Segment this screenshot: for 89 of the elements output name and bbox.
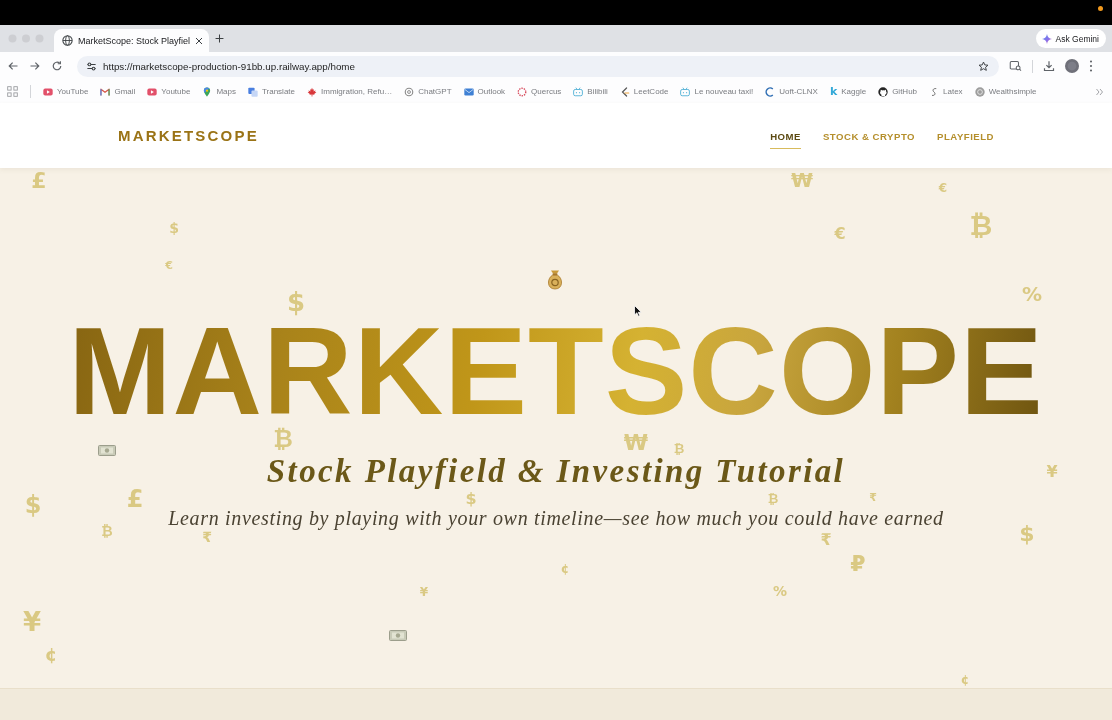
money-bag-icon: [546, 269, 564, 290]
currency-symbol: ¥: [22, 609, 42, 635]
m-logo-icon: [100, 86, 111, 97]
currency-symbol: ₿: [767, 491, 779, 505]
plus-icon[interactable]: [215, 34, 224, 43]
envelope-icon: [463, 86, 474, 97]
sparkle-icon: [1041, 33, 1052, 44]
avatar-icon[interactable]: [1065, 59, 1079, 73]
currency-symbol: ₽: [850, 553, 866, 575]
nav-link[interactable]: STOCK & CRYPTO: [822, 122, 916, 149]
bookmark-letter: k: [829, 86, 838, 97]
play-button-icon: [147, 86, 158, 97]
nav-link[interactable]: PLAYFIELD: [937, 122, 994, 149]
currency-symbol: ¢: [44, 646, 58, 664]
bracket-icon: [619, 86, 630, 97]
recording-dot-icon: [1098, 6, 1103, 11]
bookmark[interactable]: GitHub: [878, 86, 918, 97]
currency-symbol: ₿: [101, 524, 113, 538]
currency-symbol: $: [1019, 523, 1035, 545]
map-pin-icon: [202, 86, 213, 97]
currency-symbol: ¥: [1046, 464, 1058, 480]
currency-symbol: $: [465, 491, 477, 507]
bookmark[interactable]: YouTube: [43, 86, 89, 97]
currency-symbol: ¢: [960, 674, 970, 686]
hero-tagline: Learn investing by playing with your own timeline—see how much you could have earned: [168, 507, 944, 530]
currency-symbol: $: [286, 289, 306, 315]
circle-logo-icon: [974, 86, 985, 97]
currency-symbol: %: [1022, 284, 1042, 304]
currency-symbol: ₿: [273, 427, 293, 451]
bookmark[interactable]: LeetCode: [619, 86, 669, 97]
bookmark[interactable]: Maps: [202, 86, 236, 97]
bookmark[interactable]: Immigration, Refu…: [307, 86, 393, 97]
hero-subtitle: Stock Playfield & Investing Tutorial: [266, 454, 846, 490]
tv-icon: [680, 86, 691, 97]
currency-symbol: €: [165, 259, 173, 271]
site-settings-icon[interactable]: [86, 60, 97, 72]
maple-leaf-icon: [307, 86, 318, 97]
reload-icon[interactable]: [51, 60, 63, 72]
currency-symbol: €: [938, 182, 948, 194]
bookmark[interactable]: k Kaggle: [829, 86, 867, 97]
currency-symbol: ¥: [419, 586, 429, 598]
star-icon[interactable]: [978, 60, 989, 72]
bookmark[interactable]: Bilibili: [573, 86, 608, 97]
mouse-pointer-icon: [634, 305, 642, 317]
bookmark[interactable]: Wealthsimple: [974, 86, 1037, 97]
translate-icon: [247, 86, 258, 97]
currency-symbol: £: [126, 487, 144, 511]
currency-symbol: ₹: [202, 530, 212, 544]
currency-symbol: ₩: [623, 432, 649, 454]
globe-icon: [62, 35, 73, 46]
cat-logo-icon: [878, 86, 889, 97]
bookmark[interactable]: Le nouveau taxi!: [680, 86, 754, 97]
banknote-icon: [389, 630, 407, 641]
back-arrow-icon[interactable]: [7, 60, 19, 72]
ask-gemini-button[interactable]: Ask Gemini: [1035, 29, 1106, 48]
currency-symbol: ¢: [560, 563, 570, 575]
currency-symbol: $: [169, 221, 179, 235]
address-bar[interactable]: https://marketscope-production-91bb.up.railway.app/home: [77, 55, 999, 77]
more-menu-icon[interactable]: [1089, 60, 1093, 72]
dotted-ring-icon: [517, 86, 528, 97]
forward-arrow-icon[interactable]: [29, 60, 41, 72]
bookmark[interactable]: ChatGPT: [404, 86, 452, 97]
nav-link[interactable]: HOME: [770, 122, 801, 149]
currency-symbol: ₩: [790, 170, 814, 190]
bookmark[interactable]: Uoft-CLNX: [765, 86, 818, 97]
currency-symbol: ₹: [869, 491, 877, 503]
currency-symbol: £: [31, 170, 47, 192]
currency-symbol: ₹: [820, 532, 832, 548]
arc-icon: [765, 86, 776, 97]
bookmark[interactable]: Latex: [929, 86, 963, 97]
download-icon[interactable]: [1043, 60, 1055, 72]
bookmark[interactable]: Youtube: [147, 86, 191, 97]
site-logo[interactable]: MARKETSCOPE: [118, 127, 259, 144]
bookmark[interactable]: Quercus: [517, 86, 562, 97]
tv-icon: [573, 86, 584, 97]
currency-symbol: %: [773, 584, 787, 598]
browser-tab[interactable]: MarketScope: Stock Playfiel: [54, 29, 209, 52]
bookmark[interactable]: Gmail: [100, 86, 136, 97]
currency-symbol: $: [24, 493, 42, 517]
currency-symbol: ₿: [673, 441, 685, 455]
currency-symbol: €: [834, 226, 846, 242]
currency-symbol: ₿: [969, 212, 993, 240]
play-button-icon: [43, 86, 53, 97]
close-icon[interactable]: [195, 36, 204, 45]
tab-search-icon[interactable]: [1009, 60, 1022, 72]
banknote-icon: [98, 445, 116, 456]
bookmark[interactable]: Outlook: [463, 86, 506, 97]
bookmark[interactable]: Translate: [247, 86, 296, 97]
rings-icon: [404, 86, 415, 97]
